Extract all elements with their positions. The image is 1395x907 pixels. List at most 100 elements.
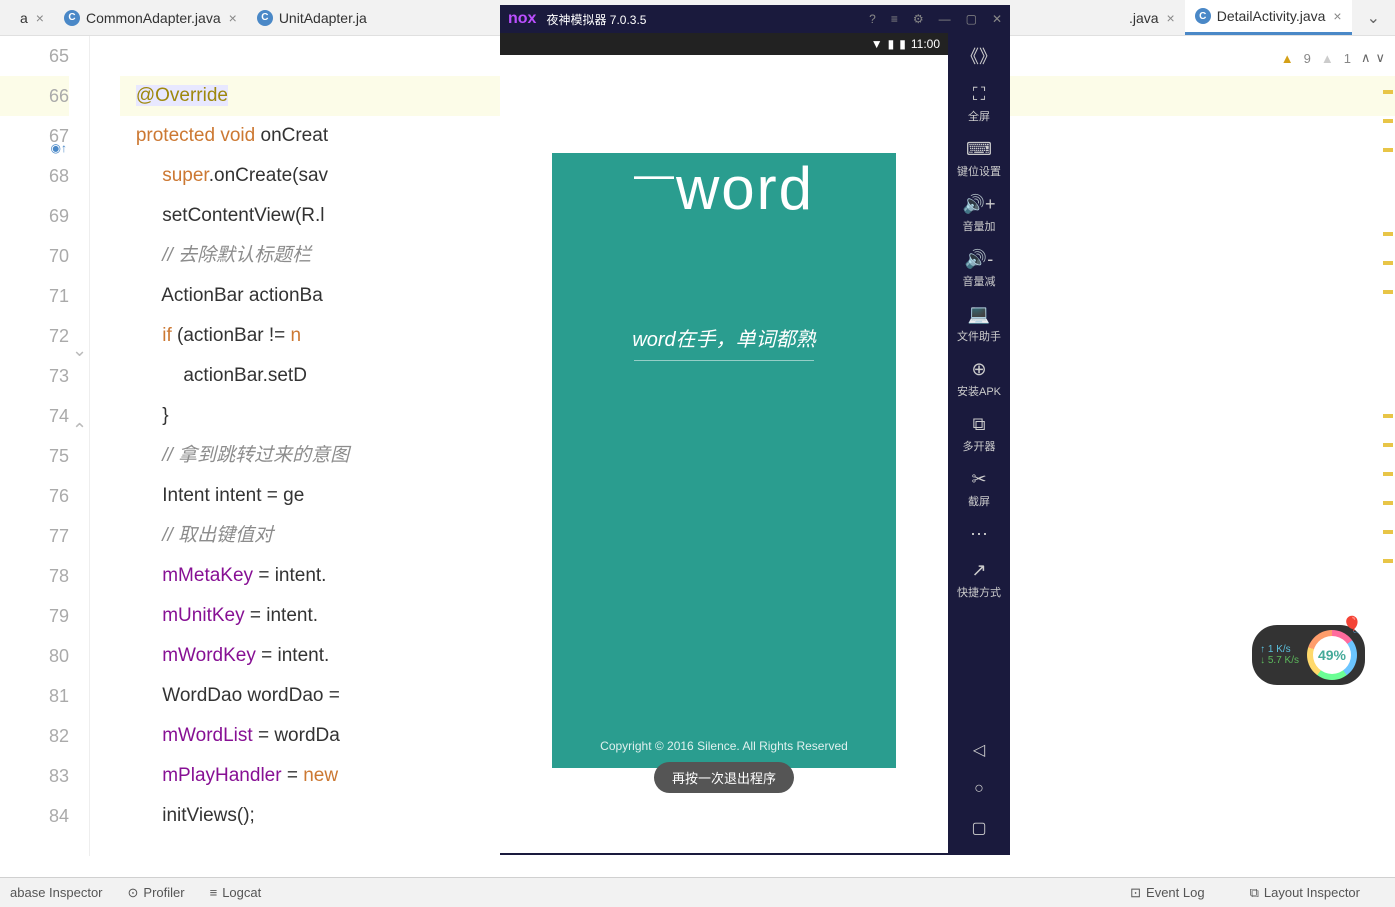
weak-warning-count: 1 (1344, 51, 1351, 66)
line-number: 68 (0, 156, 69, 196)
warning-icon: ▲ (1281, 51, 1294, 66)
tab-label: DetailActivity.java (1217, 8, 1326, 24)
tab-label: .java (1129, 10, 1159, 26)
marker[interactable] (1383, 148, 1393, 152)
marker[interactable] (1383, 501, 1393, 505)
prev-highlight-button[interactable]: ∧ (1361, 50, 1371, 66)
wifi-icon: ▼ (871, 37, 883, 51)
more-icon: ⋯ (970, 524, 988, 545)
layout-inspector-button[interactable]: ⧉Layout Inspector (1250, 885, 1360, 901)
tab-close-icon[interactable]: × (36, 10, 44, 26)
close-icon[interactable]: ✕ (992, 12, 1002, 26)
line-number: 65 (0, 36, 69, 76)
minimize-icon[interactable]: — (939, 12, 951, 26)
next-highlight-button[interactable]: ∨ (1375, 50, 1385, 66)
sidebar-installapk-button[interactable]: ⊕安装APK (957, 359, 1001, 399)
sidebar-fullscreen-button[interactable]: ⛶全屏 (968, 84, 990, 124)
line-number: 82 (0, 716, 69, 756)
tab-commonadapter[interactable]: C CommonAdapter.java × (54, 0, 247, 35)
emulator-screen[interactable]: ▼ ▮ ▮ 11:00 —word word在手，单词都熟 Copyright … (500, 33, 948, 853)
sidebar-screenshot-button[interactable]: ✂截屏 (968, 469, 990, 509)
marker[interactable] (1383, 290, 1393, 294)
tab-label: UnitAdapter.ja (279, 10, 367, 26)
line-number: 84 (0, 796, 69, 836)
upload-speed: 1 K/s (1268, 644, 1291, 655)
emulator-sidebar: 《》 ⛶全屏 ⌨键位设置 🔊+音量加 🔊- 音量减 💻 文件助手 ⊕安装APK ⧉多… (948, 33, 1010, 853)
fullscreen-icon: ⛶ (973, 84, 986, 105)
system-monitor-widget[interactable]: ↑ 1 K/s ↓ 5.7 K/s 🎈 49% (1252, 625, 1365, 685)
nav-home-button[interactable]: ○ (974, 780, 984, 798)
tab-close-icon[interactable]: × (1167, 10, 1175, 26)
emulator-title: 夜神模拟器 7.0.3.5 (546, 11, 646, 28)
line-number: 73 (0, 356, 69, 396)
emulator-titlebar[interactable]: nox 夜神模拟器 7.0.3.5 ? ≡ ⚙ — ▢ ✕ (500, 5, 1010, 33)
file-icon: 💻 (968, 304, 990, 325)
download-speed: 5.7 K/s (1268, 655, 1299, 666)
nav-recent-button[interactable]: ▢ (971, 818, 986, 838)
sidebar-shortcut-button[interactable]: ↗ 快捷方式 (957, 560, 1001, 600)
sidebar-label: 文件助手 (957, 328, 1001, 344)
sidebar-more-button[interactable]: ⋯ (970, 524, 988, 545)
database-inspector-button[interactable]: abase Inspector (10, 885, 103, 900)
sidebar-label: 音量减 (963, 273, 996, 289)
nav-back-button[interactable]: ◁ (973, 740, 985, 760)
nox-emulator-window: nox 夜神模拟器 7.0.3.5 ? ≡ ⚙ — ▢ ✕ ▼ ▮ ▮ 11:0… (500, 5, 1010, 855)
event-log-button[interactable]: ⊡Event Log (1130, 885, 1204, 901)
splash-underline (634, 360, 814, 361)
marker[interactable] (1383, 530, 1393, 534)
shortcut-icon: ↗ (971, 560, 986, 581)
sidebar-label: 快捷方式 (957, 584, 1001, 600)
marker[interactable] (1383, 90, 1393, 94)
sidebar-label: 多开器 (963, 438, 996, 454)
line-number: 74⌃ (0, 396, 69, 436)
line-number: 72⌄ (0, 316, 69, 356)
volume-down-icon: 🔊- (965, 249, 993, 270)
sidebar-filehelper-button[interactable]: 💻 文件助手 (957, 304, 1001, 344)
tab-partial-a[interactable]: a × (10, 0, 54, 35)
help-icon[interactable]: ? (869, 12, 876, 26)
marker[interactable] (1383, 261, 1393, 265)
sidebar-keymap-button[interactable]: ⌨键位设置 (957, 139, 1001, 179)
tab-overflow-button[interactable]: ⌄ (1352, 8, 1395, 28)
tab-hidden-java[interactable]: .java × (1119, 0, 1185, 35)
marker[interactable] (1383, 559, 1393, 563)
marker[interactable] (1383, 119, 1393, 123)
profiler-icon: ⊙ (128, 885, 139, 901)
marker[interactable] (1383, 232, 1393, 236)
cpu-circle[interactable]: 🎈 49% (1307, 630, 1357, 680)
battery-icon: ▮ (899, 37, 906, 51)
tab-detailactivity[interactable]: C DetailActivity.java × (1185, 0, 1352, 35)
fold-icon[interactable]: ⌃ (72, 410, 84, 422)
line-number: 80 (0, 636, 69, 676)
tab-close-icon[interactable]: × (1333, 8, 1341, 24)
logcat-button[interactable]: ≡Logcat (210, 885, 262, 900)
settings-icon[interactable]: ⚙ (913, 12, 924, 26)
fold-icon[interactable]: ⌄ (72, 330, 84, 342)
tab-close-icon[interactable]: × (229, 10, 237, 26)
sidebar-label: 键位设置 (957, 163, 1001, 179)
line-number: 70 (0, 236, 69, 276)
profiler-button[interactable]: ⊙Profiler (128, 885, 185, 901)
sidebar-multiinstance-button[interactable]: ⧉多开器 (963, 414, 996, 454)
splash-title: —word (634, 153, 814, 223)
apk-icon: ⊕ (971, 359, 986, 380)
layout-inspector-icon: ⧉ (1250, 885, 1259, 901)
splash-slogan: word在手，单词都熟 (632, 323, 815, 352)
line-number: 67◉↑ (0, 116, 69, 156)
screenshot-icon: ✂ (971, 469, 986, 490)
marker[interactable] (1383, 414, 1393, 418)
marker[interactable] (1383, 472, 1393, 476)
marker[interactable] (1383, 443, 1393, 447)
sidebar-volumedown-button[interactable]: 🔊- 音量减 (963, 249, 996, 289)
balloons-icon: 🎈 (1342, 615, 1362, 635)
sidebar-volumeup-button[interactable]: 🔊+音量加 (963, 194, 996, 234)
menu-icon[interactable]: ≡ (891, 12, 898, 26)
tab-label: CommonAdapter.java (86, 10, 221, 26)
sidebar-label: 音量加 (963, 218, 996, 234)
maximize-icon[interactable]: ▢ (966, 12, 977, 26)
android-statusbar: ▼ ▮ ▮ 11:00 (500, 33, 948, 55)
weak-warning-icon: ▲ (1321, 51, 1334, 66)
tab-unitadapter[interactable]: C UnitAdapter.ja (247, 0, 377, 35)
line-number: 66 (0, 76, 69, 116)
sidebar-collapse-button[interactable]: 《》 (961, 43, 997, 69)
